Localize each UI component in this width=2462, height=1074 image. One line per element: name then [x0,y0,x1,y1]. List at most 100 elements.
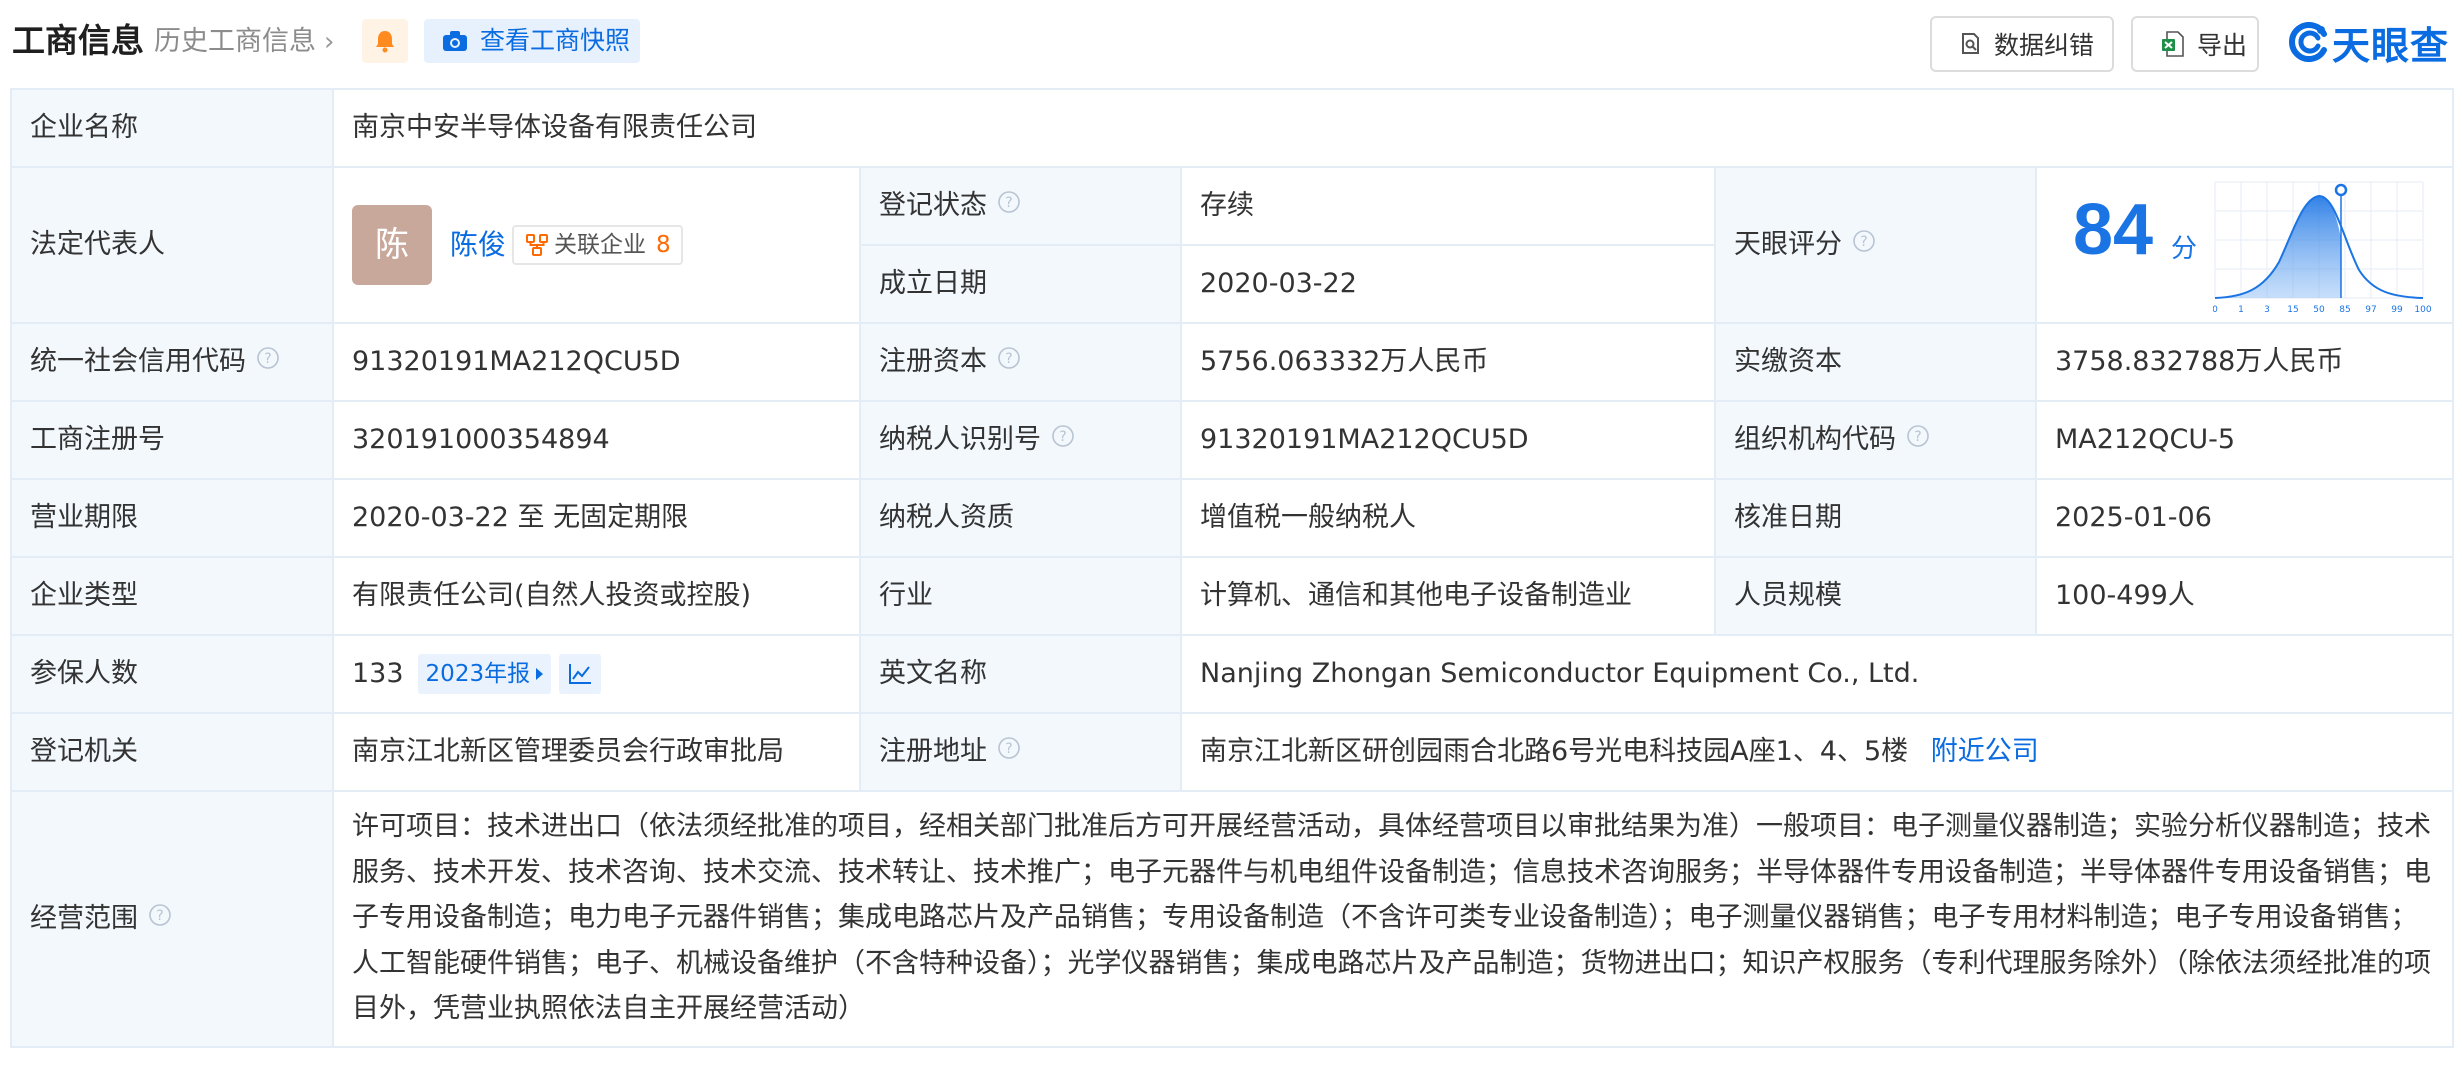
axis-tick-label: 99 [2391,305,2403,315]
reg-status-label-cell: 登记状态? [859,166,1182,246]
score-label: 天眼评分 [1734,228,1842,260]
reg-address-value: 南京江北新区研创园雨合北路6号光电科技园A座1、4、5楼 [1200,736,1909,767]
camera-icon [443,31,467,51]
reg-address-label-cell: 注册地址? [859,712,1182,792]
svg-text:?: ? [1860,234,1867,250]
taxpayer-qual-label: 纳税人资质 [859,478,1182,558]
relation-graph-icon [526,234,549,256]
related-companies-label: 关联企业 [554,232,647,258]
business-info-table: 企业名称 南京中安半导体设备有限责任公司 法定代表人 陈 陈俊 关联企业 8 登… [10,88,2455,1048]
score-label-cell: 天眼评分? [1714,166,2037,324]
nearby-companies-link[interactable]: 附近公司 [1931,736,2039,767]
reg-capital-label: 注册资本 [879,345,987,377]
staff-size-label: 人员规模 [1714,556,2037,636]
legal-rep-name-link[interactable]: 陈俊 [450,224,506,266]
snapshot-button-label: 查看工商快照 [480,26,631,55]
monitor-bell-button[interactable] [362,19,408,63]
related-companies-count: 8 [656,232,671,258]
help-icon[interactable]: ? [997,731,1021,773]
logo-text: 天眼查 [2332,23,2450,68]
scope-label: 经营范围 [30,902,138,934]
biz-term-label: 营业期限 [10,478,334,558]
axis-tick-label: 50 [2313,305,2325,315]
help-icon[interactable]: ? [997,185,1021,227]
help-icon[interactable]: ? [997,341,1021,383]
tianyancha-logo[interactable]: 天眼查 [2288,16,2454,68]
english-name-value: Nanjing Zhongan Semiconductor Equipment … [1179,634,2455,714]
table-row: 企业类型 有限责任公司(自然人投资或控股) 行业 计算机、通信和其他电子设备制造… [10,556,2455,636]
reg-address-label: 注册地址 [879,735,987,767]
approval-date-value: 2025-01-06 [2034,478,2455,558]
legal-rep-cell: 陈 陈俊 关联企业 8 [332,166,861,324]
org-code-label: 组织机构代码 [1734,423,1896,455]
tianyancha-logo-icon [2289,22,2327,62]
related-companies-button[interactable]: 关联企业 8 [512,225,683,265]
axis-tick-label: 97 [2365,305,2376,315]
taxpayer-id-value: 91320191MA212QCU5D [1180,400,1716,480]
insured-label: 参保人数 [10,634,334,714]
help-icon[interactable]: ? [1852,224,1876,266]
reg-status-label: 登记状态 [879,189,987,221]
trend-chart-button[interactable] [559,654,602,694]
credit-code-label: 统一社会信用代码 [30,345,246,377]
reg-authority-value: 南京江北新区管理委员会行政审批局 [332,712,861,792]
axis-tick-label: 0 [2213,305,2218,315]
company-name-label: 企业名称 [10,88,334,168]
svg-text:?: ? [1914,429,1921,445]
score-cell[interactable]: 84 分 1 3 15 50 85 97 99 100 [2034,166,2455,324]
section-title: 工商信息 [12,21,144,60]
scope-value: 许可项目：技术进出口（依法须经批准的项目，经相关部门批准后方可开展经营活动，具体… [331,790,2455,1048]
axis-tick-label: 1 [2238,305,2244,315]
annual-report-button[interactable]: 2023年报 [417,654,552,694]
table-row: 参保人数 133 2023年报 英文名称 Nanjing Zhongan Sem… [10,634,2455,714]
reg-authority-label: 登记机关 [10,712,334,792]
table-row: 工商注册号 320191000354894 纳税人识别号? 91320191MA… [10,400,2455,480]
score-distribution-chart: 0 1 3 15 50 85 97 99 100 [2213,181,2432,315]
taxpayer-qual-value: 增值税一般纳税人 [1180,478,1716,558]
table-row: 营业期限 2020-03-22 至 无固定期限 纳税人资质 增值税一般纳税人 核… [10,478,2455,558]
table-row: 登记机关 南京江北新区管理委员会行政审批局 注册地址? 南京江北新区研创园雨合北… [10,712,2455,792]
axis-tick-label: 100 [2414,305,2431,315]
industry-value: 计算机、通信和其他电子设备制造业 [1180,556,1716,636]
excel-icon [2162,31,2184,57]
bell-icon [376,31,394,53]
help-icon[interactable]: ? [1051,419,1075,461]
data-correction-button[interactable]: 数据纠错 [1930,16,2114,72]
svg-text:?: ? [156,908,163,924]
data-correction-label: 数据纠错 [1994,31,2095,60]
table-row: 法定代表人 陈 陈俊 关联企业 8 登记状态? 存续 天眼评分 ? 84 分 1… [10,166,2455,324]
document-search-icon [1962,33,1979,54]
svg-text:?: ? [1005,741,1012,757]
score-value: 84 [2073,190,2154,270]
chevron-right-icon: › [324,27,335,57]
reg-capital-value: 5756.063332万人民币 [1180,322,1716,402]
industry-label: 行业 [859,556,1182,636]
company-type-value: 有限责任公司(自然人投资或控股) [332,556,861,636]
score-unit: 分 [2171,234,2198,264]
paid-capital-value: 3758.832788万人民币 [2034,322,2455,402]
english-name-label: 英文名称 [859,634,1182,714]
export-button[interactable]: 导出 [2131,16,2259,72]
avatar[interactable]: 陈 [352,205,432,285]
taxpayer-id-label: 纳税人识别号 [879,423,1041,455]
table-row: 统一社会信用代码? 91320191MA212QCU5D 注册资本? 5756.… [10,322,2455,402]
insured-cell: 133 2023年报 [332,634,861,714]
section-header: 工商信息 历史工商信息 › 查看工商快照 数据纠错 导出 天眼查 [0,0,2462,84]
axis-tick-label: 85 [2339,305,2350,315]
help-icon[interactable]: ? [148,898,172,940]
staff-size-value: 100-499人 [2034,556,2455,636]
org-code-label-cell: 组织机构代码? [1714,400,2037,480]
score-marker-dot [2334,183,2348,197]
history-link-label: 历史工商信息 [154,26,316,57]
company-type-label: 企业类型 [10,556,334,636]
annual-report-label: 2023年报 [425,661,531,687]
axis-tick-label: 15 [2287,305,2298,315]
credit-code-label-cell: 统一社会信用代码? [10,322,334,402]
help-icon[interactable]: ? [256,341,280,383]
score-axis-ticks: 0 1 3 15 50 85 97 99 100 [2213,305,2432,315]
svg-text:?: ? [1059,429,1066,445]
snapshot-button[interactable]: 查看工商快照 [424,19,640,63]
line-chart-icon [569,664,592,684]
history-link[interactable]: 历史工商信息 › [154,22,334,62]
help-icon[interactable]: ? [1906,419,1930,461]
